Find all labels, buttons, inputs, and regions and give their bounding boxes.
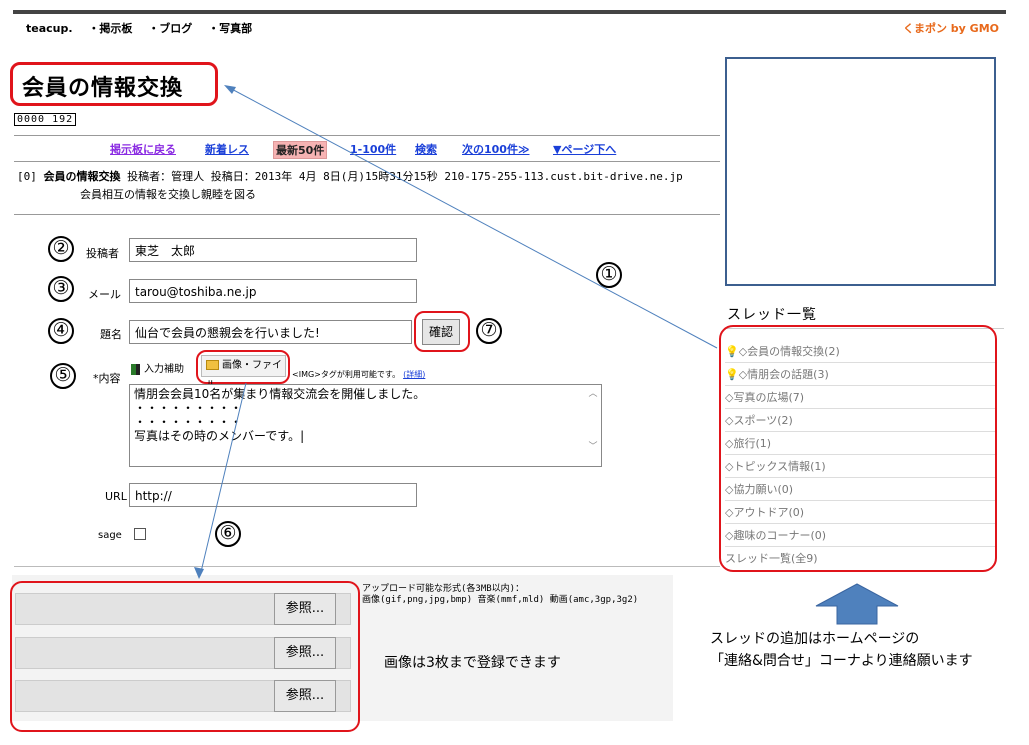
arrow-line-1 <box>225 85 718 349</box>
arrowhead-6 <box>194 567 204 579</box>
arrow-line-6 <box>199 382 247 577</box>
arrowhead-1 <box>224 85 236 94</box>
annotation-arrows <box>194 85 718 579</box>
